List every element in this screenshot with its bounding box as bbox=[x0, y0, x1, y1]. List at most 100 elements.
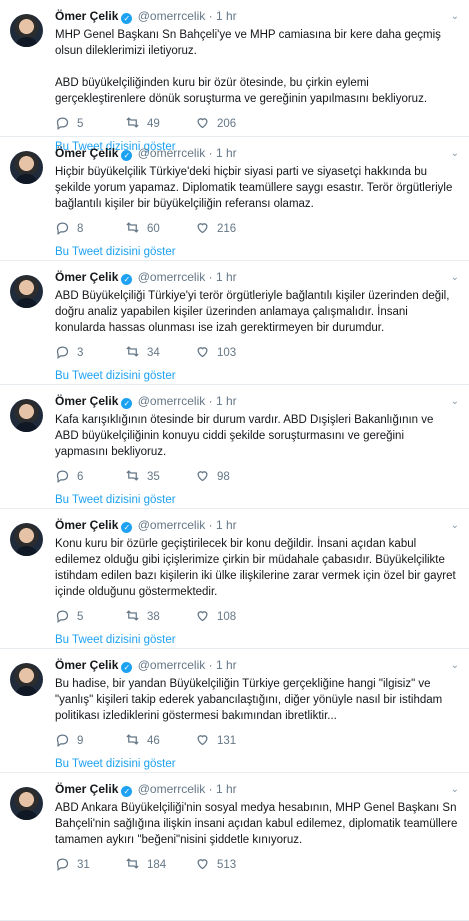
reply-count: 9 bbox=[77, 735, 84, 747]
like-button[interactable]: 103 bbox=[195, 344, 236, 362]
reply-icon bbox=[55, 856, 77, 874]
tweet[interactable]: Ömer Çelik ✓ @omerrcelik · 1 hr ⌄ Hiçbir … bbox=[0, 137, 469, 261]
tweet[interactable]: Ömer Çelik ✓ @omerrcelik · 1 hr ⌄ MHP Gen… bbox=[0, 0, 469, 153]
avatar[interactable] bbox=[10, 523, 43, 556]
show-thread-link[interactable]: Bu Tweet dizisini göster bbox=[55, 246, 176, 258]
show-thread-link[interactable]: Bu Tweet dizisini göster bbox=[55, 634, 176, 646]
reply-button[interactable]: 6 bbox=[55, 468, 83, 486]
reply-button[interactable]: 5 bbox=[55, 608, 83, 626]
show-thread-link[interactable]: Bu Tweet dizisini göster bbox=[55, 370, 176, 382]
avatar[interactable] bbox=[10, 14, 43, 47]
tweet-menu-caret-icon[interactable]: ⌄ bbox=[451, 782, 459, 797]
author-name[interactable]: Ömer Çelik bbox=[55, 518, 118, 532]
avatar[interactable] bbox=[10, 787, 43, 820]
author-handle[interactable]: @omerrcelik bbox=[138, 9, 206, 23]
tweet-timestamp[interactable]: 1 hr bbox=[216, 518, 237, 532]
tweet-menu-caret-icon[interactable]: ⌄ bbox=[451, 518, 459, 533]
author-name[interactable]: Ömer Çelik bbox=[55, 9, 118, 23]
reply-count: 6 bbox=[77, 471, 84, 483]
reply-icon bbox=[55, 344, 77, 362]
tweet[interactable]: Ömer Çelik ✓ @omerrcelik · 1 hr ⌄ Konu ku… bbox=[0, 509, 469, 649]
retweet-button[interactable]: 184 bbox=[125, 856, 166, 874]
like-icon bbox=[195, 608, 217, 626]
like-button[interactable]: 98 bbox=[195, 468, 230, 486]
tweet-content: Ömer Çelik ✓ @omerrcelik · 1 hr ⌄ MHP Gen… bbox=[55, 9, 459, 107]
reply-button[interactable]: 9 bbox=[55, 732, 83, 750]
author-handle[interactable]: @omerrcelik bbox=[138, 146, 206, 160]
tweet-timeline: Ömer Çelik ✓ @omerrcelik · 1 hr ⌄ MHP Gen… bbox=[0, 0, 469, 921]
author-name[interactable]: Ömer Çelik bbox=[55, 394, 118, 408]
reply-button[interactable]: 31 bbox=[55, 856, 90, 874]
separator-dot: · bbox=[208, 658, 213, 672]
retweet-icon bbox=[125, 220, 147, 238]
show-thread-link[interactable]: Bu Tweet dizisini göster bbox=[55, 494, 176, 506]
like-button[interactable]: 108 bbox=[195, 608, 236, 626]
reply-count: 3 bbox=[77, 347, 84, 359]
tweet-timestamp[interactable]: 1 hr bbox=[216, 658, 237, 672]
verified-badge-icon: ✓ bbox=[121, 398, 133, 409]
retweet-icon bbox=[125, 732, 147, 750]
retweet-count: 38 bbox=[147, 611, 160, 623]
verified-badge-icon: ✓ bbox=[121, 150, 133, 161]
show-thread-link[interactable]: Bu Tweet dizisini göster bbox=[55, 758, 176, 770]
like-count: 131 bbox=[217, 735, 237, 747]
tweet-header: Ömer Çelik ✓ @omerrcelik · 1 hr ⌄ bbox=[55, 518, 459, 533]
tweet-content: Ömer Çelik ✓ @omerrcelik · 1 hr ⌄ Hiçbir … bbox=[55, 146, 459, 212]
retweet-button[interactable]: 60 bbox=[125, 220, 160, 238]
author-name[interactable]: Ömer Çelik bbox=[55, 270, 118, 284]
retweet-button[interactable]: 35 bbox=[125, 468, 160, 486]
tweet-menu-caret-icon[interactable]: ⌄ bbox=[451, 270, 459, 285]
like-icon bbox=[195, 468, 217, 486]
retweet-count: 46 bbox=[147, 735, 160, 747]
author-handle[interactable]: @omerrcelik bbox=[138, 782, 206, 796]
tweet-timestamp[interactable]: 1 hr bbox=[216, 782, 237, 796]
retweet-count: 35 bbox=[147, 471, 160, 483]
tweet[interactable]: Ömer Çelik ✓ @omerrcelik · 1 hr ⌄ Kafa ka… bbox=[0, 385, 469, 509]
reply-icon bbox=[55, 115, 77, 133]
retweet-button[interactable]: 38 bbox=[125, 608, 160, 626]
tweet-timestamp[interactable]: 1 hr bbox=[216, 394, 237, 408]
author-handle[interactable]: @omerrcelik bbox=[138, 270, 206, 284]
tweet-menu-caret-icon[interactable]: ⌄ bbox=[451, 394, 459, 409]
tweet-content: Ömer Çelik ✓ @omerrcelik · 1 hr ⌄ Kafa ka… bbox=[55, 394, 459, 460]
tweet-text: ABD Büyükelçiliği Türkiye'yi terör örgüt… bbox=[55, 290, 453, 334]
tweet[interactable]: Ömer Çelik ✓ @omerrcelik · 1 hr ⌄ Bu hadi… bbox=[0, 649, 469, 773]
retweet-button[interactable]: 49 bbox=[125, 115, 160, 133]
reply-icon bbox=[55, 608, 77, 626]
like-button[interactable]: 216 bbox=[195, 220, 236, 238]
tweet-text: Bu hadise, bir yandan Büyükelçiliğin Tür… bbox=[55, 678, 446, 722]
tweet[interactable]: Ömer Çelik ✓ @omerrcelik · 1 hr ⌄ ABD Ank… bbox=[0, 773, 469, 921]
tweet-menu-caret-icon[interactable]: ⌄ bbox=[451, 146, 459, 161]
separator-dot: · bbox=[208, 9, 213, 23]
reply-button[interactable]: 5 bbox=[55, 115, 83, 133]
author-handle[interactable]: @omerrcelik bbox=[138, 394, 206, 408]
tweet-timestamp[interactable]: 1 hr bbox=[216, 9, 237, 23]
retweet-icon bbox=[125, 115, 147, 133]
reply-icon bbox=[55, 220, 77, 238]
tweet-timestamp[interactable]: 1 hr bbox=[216, 146, 237, 160]
like-button[interactable]: 131 bbox=[195, 732, 236, 750]
author-handle[interactable]: @omerrcelik bbox=[138, 658, 206, 672]
tweet-menu-caret-icon[interactable]: ⌄ bbox=[451, 9, 459, 24]
tweet-timestamp[interactable]: 1 hr bbox=[216, 270, 237, 284]
tweet[interactable]: Ömer Çelik ✓ @omerrcelik · 1 hr ⌄ ABD Büy… bbox=[0, 261, 469, 385]
avatar[interactable] bbox=[10, 275, 43, 308]
like-count: 98 bbox=[217, 471, 230, 483]
avatar[interactable] bbox=[10, 663, 43, 696]
retweet-button[interactable]: 46 bbox=[125, 732, 160, 750]
author-name[interactable]: Ömer Çelik bbox=[55, 146, 118, 160]
author-name[interactable]: Ömer Çelik bbox=[55, 658, 118, 672]
retweet-button[interactable]: 34 bbox=[125, 344, 160, 362]
avatar[interactable] bbox=[10, 151, 43, 184]
author-handle[interactable]: @omerrcelik bbox=[138, 518, 206, 532]
tweet-header: Ömer Çelik ✓ @omerrcelik · 1 hr ⌄ bbox=[55, 9, 459, 24]
like-button[interactable]: 513 bbox=[195, 856, 236, 874]
avatar[interactable] bbox=[10, 399, 43, 432]
reply-button[interactable]: 8 bbox=[55, 220, 83, 238]
verified-badge-icon: ✓ bbox=[121, 662, 133, 673]
reply-button[interactable]: 3 bbox=[55, 344, 83, 362]
like-icon bbox=[195, 115, 217, 133]
like-button[interactable]: 206 bbox=[195, 115, 236, 133]
author-name[interactable]: Ömer Çelik bbox=[55, 782, 118, 796]
tweet-menu-caret-icon[interactable]: ⌄ bbox=[451, 658, 459, 673]
